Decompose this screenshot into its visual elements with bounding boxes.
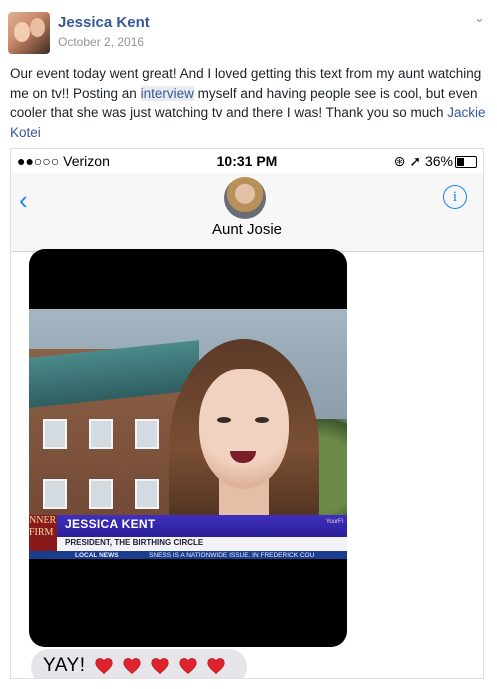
interview-link[interactable]: interview <box>140 85 194 101</box>
post-text: Our event today went great! And I loved … <box>10 64 486 142</box>
heart-icon <box>207 658 225 674</box>
status-right: ⊛ ➚ 36% <box>393 153 453 169</box>
tv-frame: NNER FIRM JESSICA KENT PRESIDENT, THE BI… <box>29 309 347 559</box>
phone-screenshot-image[interactable]: ●●○○○ Verizon 10:31 PM ⊛ ➚ 36% ‹ Aunt Jo… <box>10 148 484 679</box>
station-brand: YourFl <box>325 519 343 525</box>
heart-icon <box>123 658 141 674</box>
heart-icon <box>95 658 113 674</box>
post-options-chevron-icon[interactable]: ⌄ <box>474 10 485 26</box>
battery-icon <box>455 156 477 168</box>
message-bubble: YAY! <box>31 649 247 678</box>
tv-photo-message: NNER FIRM JESSICA KENT PRESIDENT, THE BI… <box>29 249 347 647</box>
lower-third-name: JESSICA KENT <box>65 517 156 531</box>
contact-avatar <box>224 177 266 219</box>
message-text: YAY! <box>43 655 86 676</box>
lower-third-title: PRESIDENT, THE BIRTHING CIRCLE <box>65 538 204 547</box>
info-icon: i <box>443 185 467 209</box>
heart-icon <box>179 658 197 674</box>
post-date[interactable]: October 2, 2016 <box>58 35 144 49</box>
author-avatar[interactable] <box>8 12 50 54</box>
station-corner: NNER FIRM <box>29 515 57 551</box>
contact-name: Aunt Josie <box>211 221 283 238</box>
status-bar: ●●○○○ Verizon 10:31 PM ⊛ ➚ 36% <box>11 149 483 173</box>
lower-third-ticker: SNESS IS A NATIONWIDE ISSUE. IN FREDERIC… <box>149 552 315 559</box>
facebook-post: Jessica Kent October 2, 2016 ⌄ Our event… <box>0 0 497 689</box>
heart-icon <box>151 658 169 674</box>
author-name[interactable]: Jessica Kent <box>58 14 150 31</box>
message-header: ‹ Aunt Josie i <box>11 173 483 252</box>
woman-face <box>199 369 289 489</box>
chevron-left-icon: ‹ <box>19 185 28 215</box>
lower-third-local-news: LOCAL NEWS <box>75 552 119 559</box>
